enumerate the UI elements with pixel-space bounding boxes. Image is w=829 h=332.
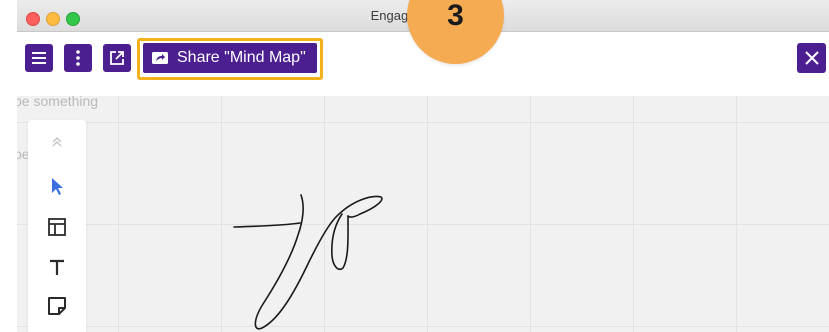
vertical-dots-icon: [76, 50, 80, 66]
external-link-icon: [110, 51, 124, 65]
app-window: Engageli - M…ard: [17, 0, 829, 332]
left-gutter: [0, 0, 17, 332]
popout-button[interactable]: [103, 44, 131, 72]
close-board-button[interactable]: [797, 43, 826, 73]
share-mind-map-button[interactable]: Share "Mind Map": [143, 43, 317, 73]
close-icon: [804, 51, 819, 65]
share-button-label: Share "Mind Map": [177, 49, 306, 66]
whiteboard-canvas[interactable]: pe something peing: [17, 93, 829, 332]
more-options-button[interactable]: [64, 44, 92, 72]
handwritten-signature-drawing[interactable]: [17, 96, 829, 332]
screen-share-icon: [152, 52, 168, 64]
hamburger-menu-icon: [32, 52, 46, 64]
menu-button[interactable]: [25, 44, 53, 72]
